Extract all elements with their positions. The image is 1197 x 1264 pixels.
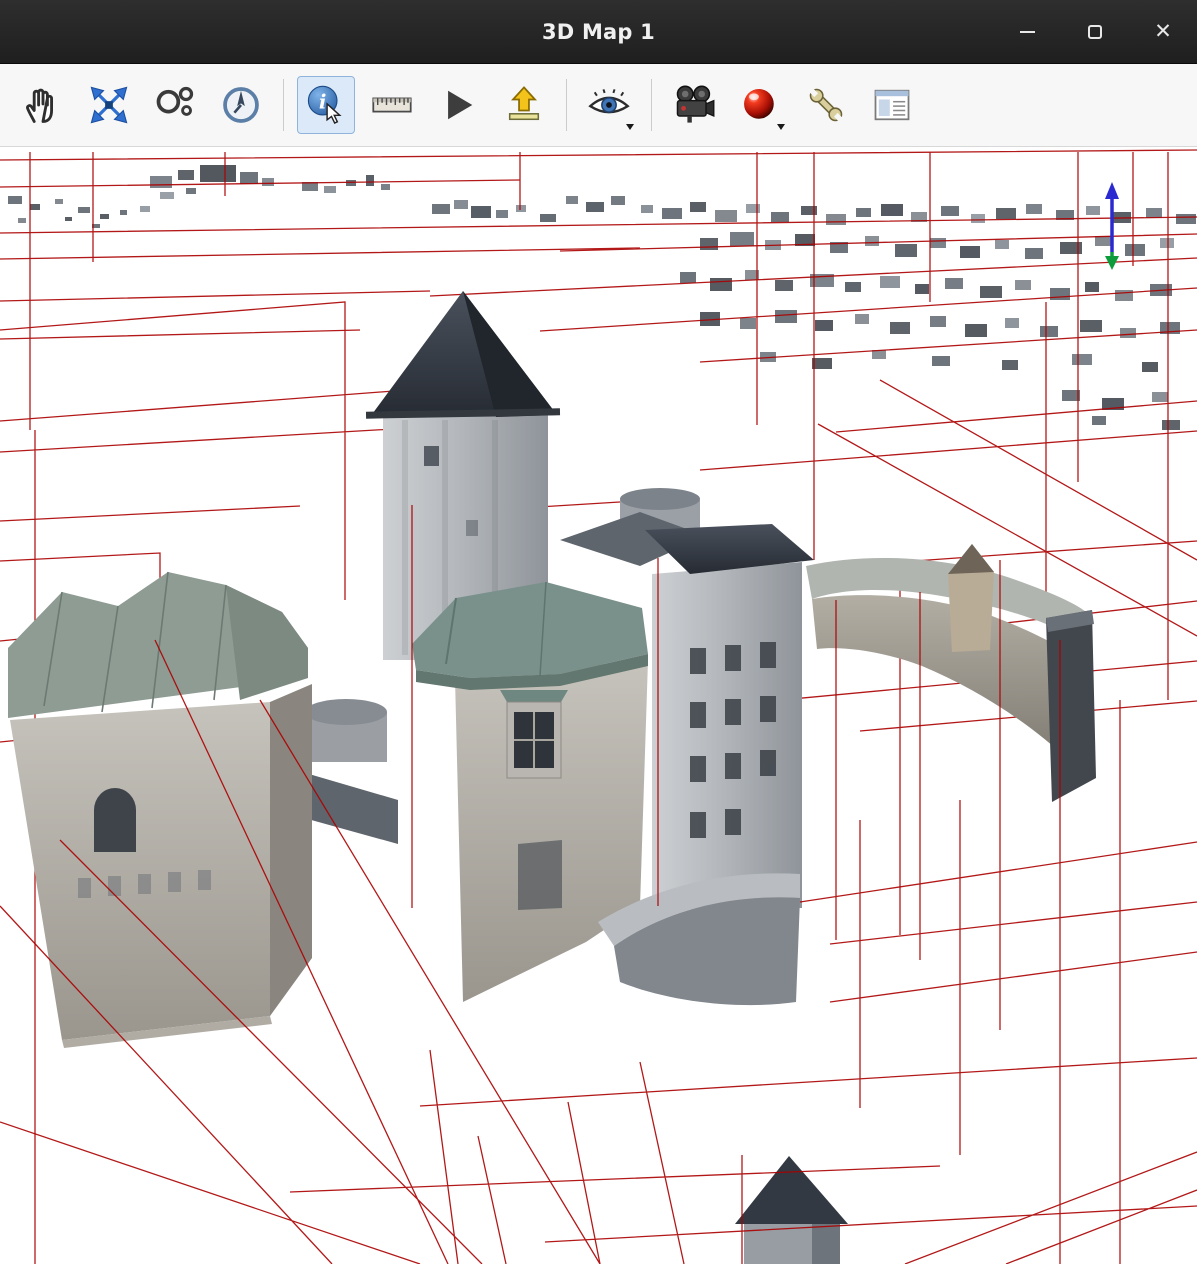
compass-orient-tool-button[interactable] <box>212 76 270 134</box>
ruler-icon <box>370 83 414 127</box>
round-tower-top <box>620 488 700 510</box>
record-video-tool-button[interactable] <box>665 76 723 134</box>
minimize-icon <box>1020 31 1035 33</box>
display-sphere-tool-button[interactable] <box>731 76 789 134</box>
visibility-eye-tool-button[interactable] <box>580 76 638 134</box>
compass-icon <box>219 83 263 127</box>
window-title: 3D Map 1 <box>542 20 655 44</box>
identify-info-tool-button[interactable]: i <box>297 76 355 134</box>
wrench-icon <box>804 83 848 127</box>
play-animation-tool-button[interactable] <box>429 76 487 134</box>
raise-arrow-icon <box>502 83 546 127</box>
castle-left-complex <box>8 572 312 1048</box>
move-zoom-tool-button[interactable] <box>80 76 138 134</box>
close-icon: ✕ <box>1154 21 1172 42</box>
maximize-icon <box>1088 25 1102 39</box>
minimize-button[interactable] <box>1005 10 1049 54</box>
movie-camera-icon <box>672 83 716 127</box>
report-window-tool-button[interactable] <box>863 76 921 134</box>
castle-dark-wing <box>645 524 814 910</box>
export-elevation-tool-button[interactable] <box>495 76 553 134</box>
toolbar-separator <box>651 79 652 131</box>
circle-select-tool-button[interactable] <box>146 76 204 134</box>
pan-hand-icon <box>21 83 65 127</box>
report-icon <box>870 83 914 127</box>
measure-ruler-tool-button[interactable] <box>363 76 421 134</box>
maximize-button[interactable] <box>1073 10 1117 54</box>
move-arrows-icon <box>87 83 131 127</box>
chevron-down-icon[interactable] <box>777 124 785 130</box>
info-cursor-icon: i <box>304 83 348 127</box>
play-icon <box>436 83 480 127</box>
toolbar-separator <box>566 79 567 131</box>
toolbar: i <box>0 64 1197 147</box>
eye-icon <box>587 83 631 127</box>
app-window: 3D Map 1 ✕ <box>0 0 1197 1264</box>
window-controls: ✕ <box>1005 0 1185 63</box>
circles-icon <box>153 83 197 127</box>
settings-wrench-tool-button[interactable] <box>797 76 855 134</box>
pan-tool-button[interactable] <box>14 76 72 134</box>
red-sphere-icon <box>738 83 782 127</box>
close-button[interactable]: ✕ <box>1141 10 1185 54</box>
toolbar-separator <box>283 79 284 131</box>
viewport-3d[interactable] <box>0 147 1197 1264</box>
scene-canvas[interactable] <box>0 147 1197 1264</box>
titlebar[interactable]: 3D Map 1 ✕ <box>0 0 1197 64</box>
chevron-down-icon[interactable] <box>626 124 634 130</box>
svg-text:i: i <box>319 89 327 113</box>
